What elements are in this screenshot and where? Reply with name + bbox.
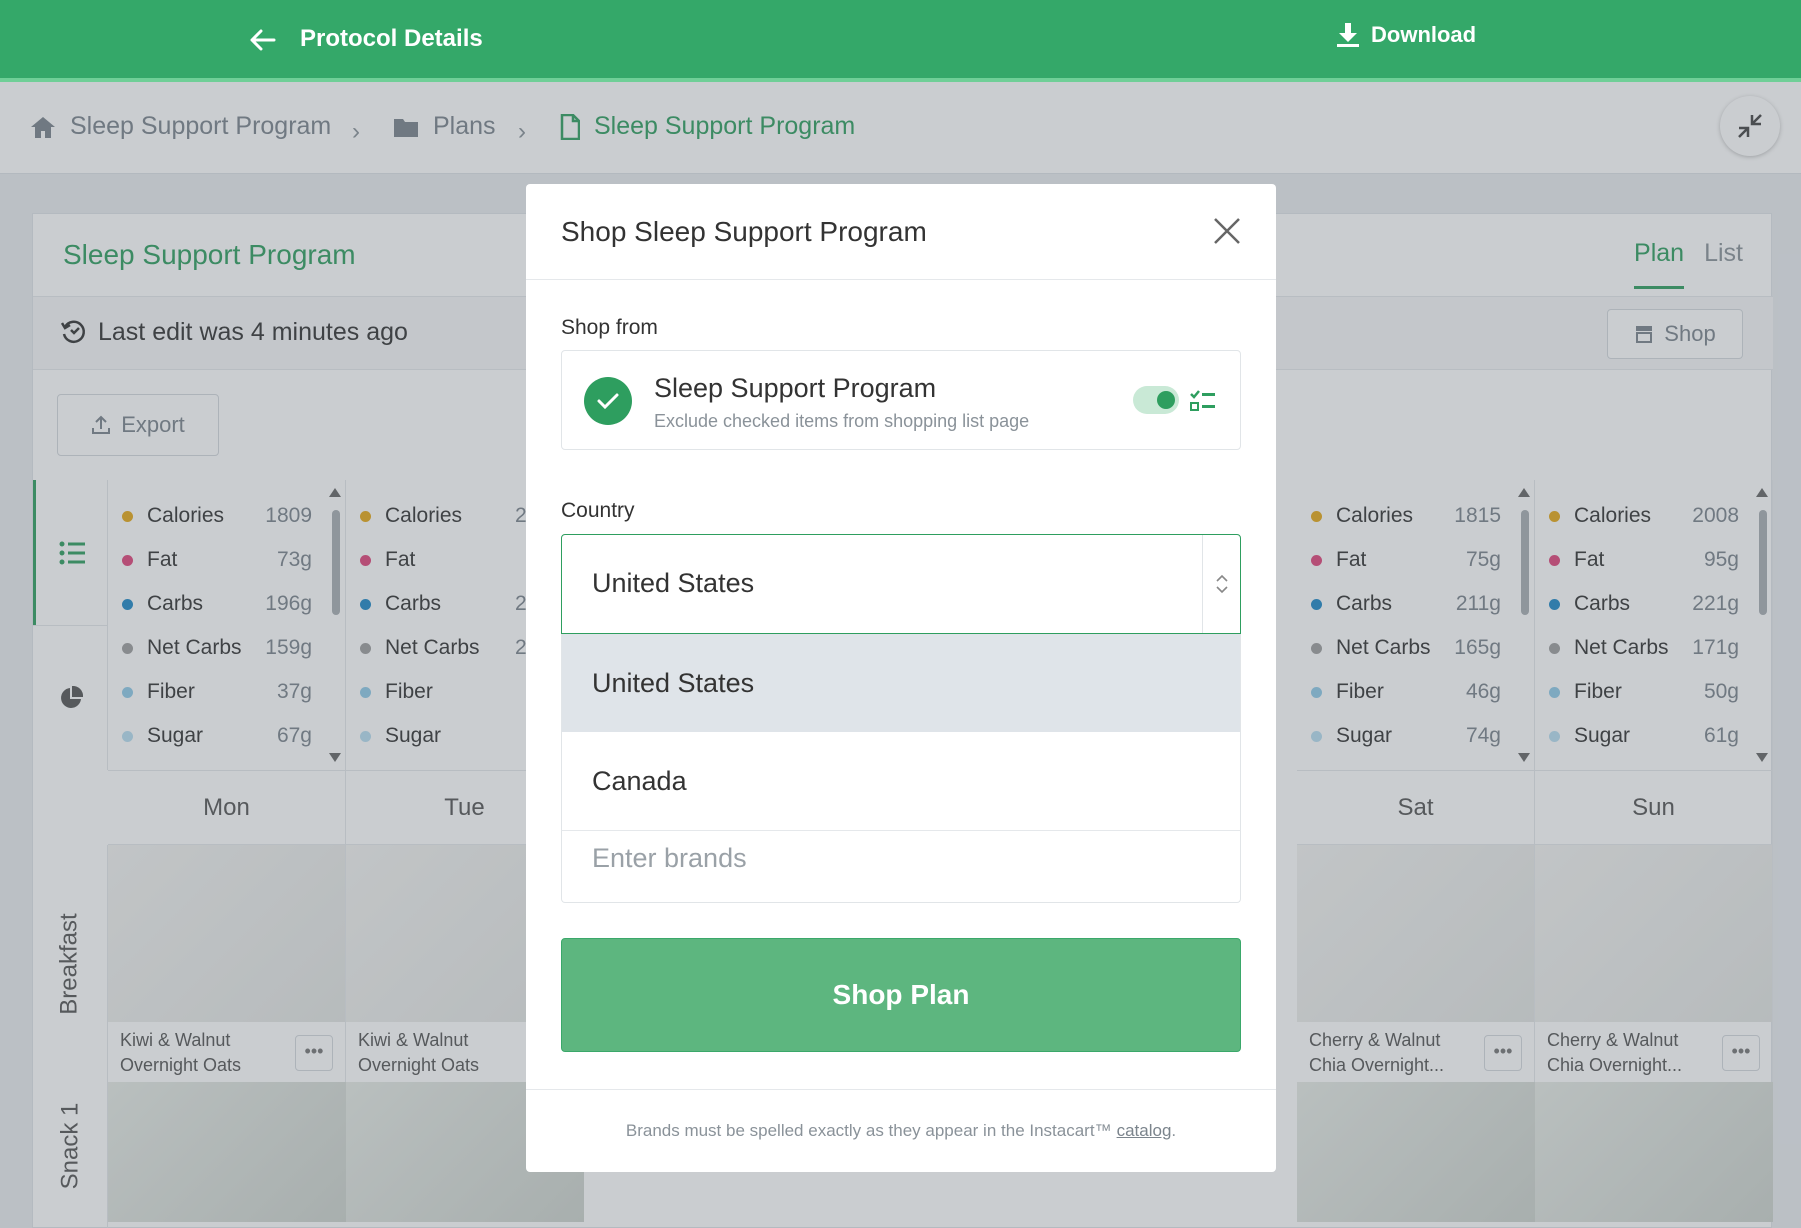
catalog-link[interactable]: catalog (1117, 1121, 1172, 1141)
back-arrow-icon[interactable] (245, 22, 281, 58)
select-arrows-icon (1202, 535, 1240, 633)
brands-placeholder: Enter brands (592, 843, 747, 873)
footer-end: . (1171, 1121, 1177, 1140)
shop-from-card: Sleep Support Program Exclude checked it… (561, 350, 1241, 450)
modal-footer: Brands must be spelled exactly as they a… (526, 1089, 1276, 1172)
shop-plan-button[interactable]: Shop Plan (561, 938, 1241, 1052)
country-option-united-states[interactable]: United States (561, 634, 1241, 732)
download-icon (1337, 23, 1359, 47)
check-circle-icon[interactable] (584, 377, 632, 425)
checklist-icon (1190, 390, 1215, 411)
page-title: Protocol Details (300, 25, 483, 52)
shop-from-label: Shop from (561, 316, 658, 339)
modal-title: Shop Sleep Support Program (561, 216, 927, 247)
country-label: Country (561, 499, 635, 522)
download-label: Download (1371, 22, 1477, 47)
close-icon[interactable] (1210, 214, 1244, 248)
country-select[interactable]: United States (561, 534, 1241, 634)
program-subtitle: Exclude checked items from shopping list… (654, 411, 1030, 431)
country-option-canada[interactable]: Canada (561, 732, 1241, 830)
shop-modal: Shop Sleep Support Program Shop from Sle… (526, 184, 1276, 1172)
country-value: United States (592, 568, 755, 598)
footer-text: Brands must be spelled exactly as they a… (625, 1121, 1112, 1140)
brands-input[interactable]: Enter brands (561, 830, 1241, 903)
modal-header: Shop Sleep Support Program (526, 184, 1276, 280)
program-name: Sleep Support Program (654, 373, 937, 403)
download-button[interactable]: Download (1337, 22, 1476, 48)
exclude-checked-toggle[interactable] (1133, 386, 1179, 414)
top-bar: Protocol Details Download (0, 0, 1801, 82)
